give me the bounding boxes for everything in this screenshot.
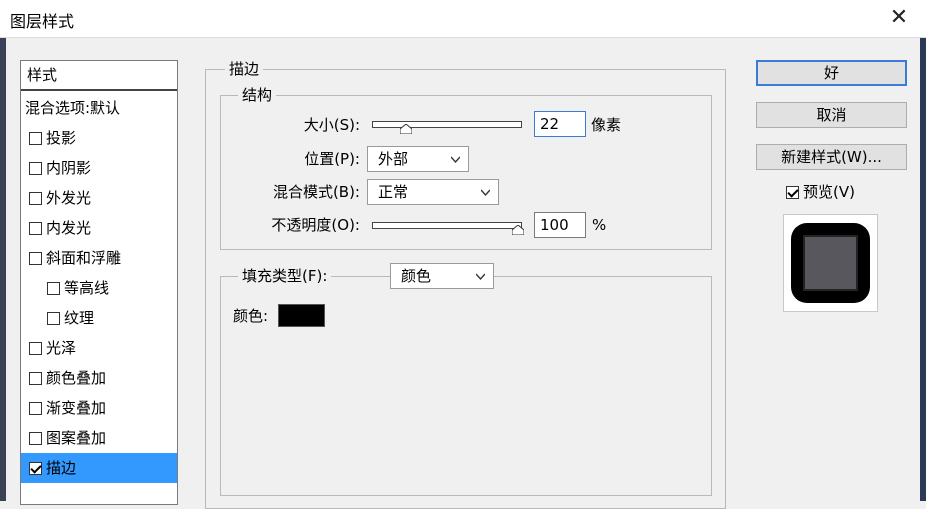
position-label: 位置(P): [304,150,360,168]
checkbox-icon[interactable] [29,252,42,265]
style-list-item-label: 等高线 [64,279,110,297]
style-list-header[interactable]: 样式 [21,61,177,91]
checkbox-icon[interactable] [29,132,42,145]
style-list-item[interactable]: 描边 [21,453,177,483]
checkbox-icon[interactable] [29,162,42,175]
style-list-item[interactable]: 光泽 [21,333,177,363]
preview-thumbnail [783,214,878,312]
position-select[interactable]: 外部 [367,146,469,172]
checkbox-checked-icon[interactable] [29,462,42,475]
style-list: 样式 混合选项:默认 投影内阴影外发光内发光斜面和浮雕等高线纹理光泽颜色叠加渐变… [20,60,178,505]
style-list-item[interactable]: 等高线 [21,273,177,303]
checkbox-icon[interactable] [29,192,42,205]
position-value: 外部 [378,150,409,168]
style-list-item[interactable]: 内阴影 [21,153,177,183]
chevron-down-icon [481,189,490,197]
background-edge-left [0,38,6,501]
style-list-item-label: 颜色叠加 [46,369,107,387]
size-slider[interactable] [372,121,522,128]
preview-label: 预览(V) [803,183,855,201]
preview-stroke-shape [791,223,870,303]
opacity-label: 不透明度(O): [271,216,360,234]
title-bar: 图层样式 ✕ [0,0,926,38]
fill-type-select[interactable]: 颜色 [390,263,494,289]
style-list-item[interactable]: 颜色叠加 [21,363,177,393]
blend-mode-label: 混合模式(B): [272,183,360,201]
style-list-item-label: 斜面和浮雕 [46,249,122,267]
size-unit: 像素 [591,116,622,134]
style-list-item-label: 纹理 [64,309,95,327]
color-swatch[interactable] [278,304,325,327]
opacity-input[interactable]: 100 [534,212,586,238]
cancel-button[interactable]: 取消 [756,102,907,128]
style-list-item[interactable]: 斜面和浮雕 [21,243,177,273]
style-list-item-label: 描边 [46,459,77,477]
blend-mode-value: 正常 [378,183,409,201]
opacity-slider[interactable] [372,222,522,229]
style-list-item[interactable]: 投影 [21,123,177,153]
blend-mode-select[interactable]: 正常 [367,179,499,205]
chevron-down-icon [451,156,460,164]
background-edge-right [920,38,926,501]
stroke-section-title: 描边 [225,58,264,79]
style-list-item-label: 内发光 [46,219,92,237]
style-list-item[interactable]: 图案叠加 [21,423,177,453]
checkbox-icon[interactable] [47,282,60,295]
blending-options-default[interactable]: 混合选项:默认 [21,93,177,123]
checkbox-icon[interactable] [29,402,42,415]
close-icon[interactable]: ✕ [886,5,912,31]
style-list-item[interactable]: 纹理 [21,303,177,333]
checkbox-icon[interactable] [29,342,42,355]
ok-button[interactable]: 好 [756,60,907,86]
opacity-slider-thumb[interactable] [512,225,524,235]
structure-group-title: 结构 [238,84,277,105]
style-list-item-label: 内阴影 [46,159,92,177]
size-label: 大小(S): [303,116,360,134]
window-title: 图层样式 [10,12,75,31]
style-list-item-label: 投影 [46,129,77,147]
color-label: 颜色: [233,307,269,325]
size-input[interactable]: 22 [534,111,586,137]
style-list-item-label: 渐变叠加 [46,399,107,417]
checkbox-icon[interactable] [29,432,42,445]
style-list-item-label: 光泽 [46,339,77,357]
style-list-item-label: 外发光 [46,189,92,207]
style-list-item[interactable]: 内发光 [21,213,177,243]
checkbox-checked-icon[interactable] [786,186,799,199]
fill-type-label: 填充类型(F): [238,263,332,289]
checkbox-icon[interactable] [29,372,42,385]
checkbox-icon[interactable] [29,222,42,235]
preview-fill-shape [803,235,858,291]
style-list-item-label: 图案叠加 [46,429,107,447]
fill-type-value: 颜色 [401,267,432,285]
new-style-button[interactable]: 新建样式(W)... [756,144,907,170]
style-list-item[interactable]: 外发光 [21,183,177,213]
size-slider-thumb[interactable] [399,124,412,134]
checkbox-icon[interactable] [47,312,60,325]
style-list-item[interactable]: 渐变叠加 [21,393,177,423]
opacity-unit: % [592,216,607,234]
preview-checkbox[interactable]: 预览(V) [786,181,855,203]
chevron-down-icon [476,273,485,281]
